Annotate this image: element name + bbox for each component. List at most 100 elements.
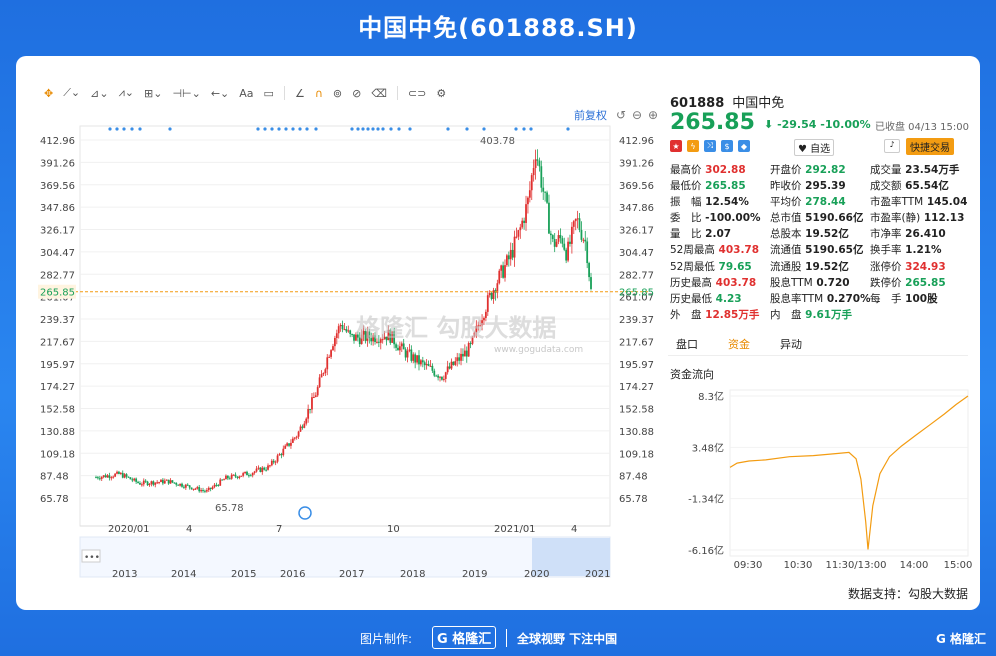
candle-body — [395, 344, 397, 348]
candle-body — [337, 326, 340, 334]
candle-body — [150, 481, 153, 485]
candle-body — [213, 484, 216, 488]
y-tick-left: 304.47 — [40, 248, 75, 259]
y-tick-right: 282.77 — [619, 270, 654, 281]
y-tick-right: 369.56 — [619, 181, 654, 192]
zoom-out-icon[interactable]: ⊖ — [632, 108, 642, 122]
candle-body — [569, 241, 571, 244]
event-dot — [115, 127, 119, 131]
candle-body — [502, 265, 504, 278]
made-by-label: 图片制作: — [360, 632, 413, 646]
candle-body — [267, 465, 269, 470]
lightning-icon[interactable]: ϟ — [687, 140, 699, 152]
candle-body — [286, 443, 289, 446]
event-dot — [361, 127, 365, 131]
candle-body — [490, 292, 493, 299]
candle-body — [397, 347, 399, 351]
event-dot — [566, 127, 570, 131]
event-dot — [356, 127, 360, 131]
kline-chart[interactable]: 412.96 412.96 391.26 391.26 369.56 369.56 347.… — [16, 56, 666, 584]
last-price: 265.85 — [670, 110, 755, 135]
candle-body — [534, 159, 537, 169]
x-tick-bottom: 2018 — [400, 569, 425, 580]
tab-handicap[interactable]: 盘口 — [676, 334, 698, 355]
candle-body — [280, 454, 283, 456]
candle-body — [270, 460, 273, 466]
x-tick-bottom: 2013 — [112, 569, 137, 580]
candle-body — [299, 426, 302, 432]
stat-cell: 流通值 5190.65亿 — [770, 244, 864, 257]
candle-body — [528, 190, 531, 198]
x-tick-bottom: 2021 — [585, 569, 610, 580]
price-change: ⬇ -29.54 -10.00% — [764, 118, 871, 131]
candle-body — [98, 478, 101, 480]
y-tick-right: 391.26 — [619, 158, 654, 169]
x-tick-top: 2021/01 — [494, 524, 536, 535]
candle-body — [326, 357, 329, 370]
y-tick-left: 347.86 — [40, 203, 75, 214]
stat-cell: 历史最低 4.23 — [670, 292, 742, 305]
zoom-in-icon[interactable]: ⊕ — [648, 108, 658, 122]
y-tick-right: 87.48 — [619, 472, 648, 483]
candle-body — [425, 364, 428, 366]
event-dot — [371, 127, 375, 131]
candle-body — [169, 480, 172, 484]
restore-button[interactable]: 前复权 — [574, 108, 607, 122]
candle-body — [463, 350, 466, 357]
footer-divider — [506, 629, 507, 647]
candle-body — [504, 265, 506, 278]
y-tick-left: 369.56 — [40, 181, 75, 192]
tab-funds[interactable]: 资金 — [728, 334, 750, 355]
stat-row: 历史最高 403.78 股息TTM 0.720 跌停价 265.85 — [670, 275, 970, 291]
flow-y-tick: -1.34亿 — [688, 493, 724, 506]
candle-body — [578, 218, 581, 231]
tab-movement[interactable]: 异动 — [780, 334, 802, 355]
quick-trade-button[interactable]: 快捷交易 — [906, 138, 954, 155]
candle-body — [540, 166, 543, 188]
candle-body — [312, 397, 315, 399]
y-tick-right: 130.88 — [619, 427, 654, 438]
brand-logo: G 格隆汇 — [432, 626, 497, 649]
y-tick-left: 174.27 — [40, 382, 75, 393]
candle-body — [249, 475, 252, 477]
candle-body — [293, 437, 296, 439]
candle-body — [341, 325, 344, 330]
candle-body — [181, 483, 183, 487]
bell-icon[interactable]: ♪ — [884, 139, 900, 153]
stat-row: 最低价 265.85 昨收价 295.39 成交额 65.54亿 — [670, 178, 970, 194]
candle-body — [590, 277, 592, 289]
candle-body — [570, 226, 573, 244]
candle-body — [521, 220, 524, 228]
candle-body — [242, 473, 245, 476]
reset-icon[interactable]: ↺ — [616, 108, 626, 122]
x-tick-top: 4 — [571, 524, 577, 535]
event-dot — [389, 127, 393, 131]
down-arrow-icon: ⬇ — [764, 118, 774, 131]
candle-body — [131, 479, 134, 481]
event-dot — [446, 127, 450, 131]
candle-body — [257, 467, 260, 469]
candle-body — [498, 270, 501, 284]
shuffle-icon[interactable]: ⤨ — [704, 140, 716, 152]
candle-body — [167, 479, 170, 484]
candle-body — [542, 187, 545, 192]
candle-body — [307, 409, 310, 419]
candle-body — [469, 343, 472, 345]
y-tick-left: 109.18 — [40, 449, 75, 460]
dollar-icon[interactable]: $ — [721, 140, 733, 152]
candle-body — [112, 476, 115, 478]
side-tabs: 盘口 资金 异动 — [668, 334, 968, 356]
stat-cell: 52周最高 403.78 — [670, 244, 760, 257]
flag-icon[interactable]: ★ — [670, 140, 682, 152]
market-status: 已收盘 04/13 15:00 — [875, 122, 969, 133]
event-dot — [122, 127, 126, 131]
event-dot — [465, 127, 469, 131]
stat-cell: 股息TTM 0.720 — [770, 276, 850, 289]
current-price-label-right: 265.85 — [619, 288, 654, 299]
candle-body — [154, 482, 157, 485]
add-favorite-button[interactable]: ♥ 自选 — [794, 139, 835, 156]
candle-body — [486, 295, 489, 312]
candle-body — [97, 477, 99, 479]
tag-icon[interactable]: ◆ — [738, 140, 750, 152]
quote-stats: 最高价 302.88 开盘价 292.82 成交量 23.54万手 最低价 265.8… — [670, 162, 970, 323]
